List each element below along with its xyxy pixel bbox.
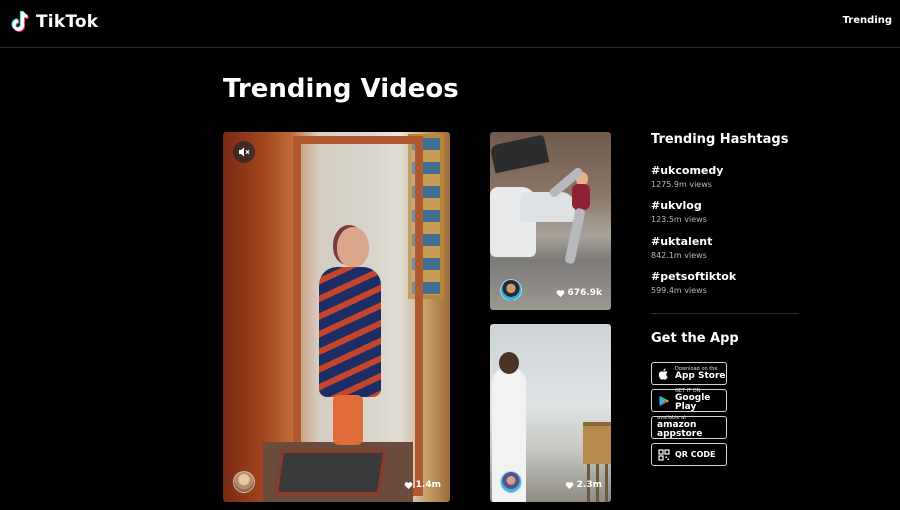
hashtag-name: #ukvlog [651,199,702,212]
sidebar: Trending Hashtags #ukcomedy 1275.9m view… [651,132,799,466]
google-play-icon [659,395,669,406]
google-play-button[interactable]: GET IT ON Google Play [651,389,727,412]
video-thumbnail-detail [490,134,550,174]
google-play-label: GET IT ON Google Play [675,389,726,412]
logo-text: TikTok [36,12,99,32]
video-thumbnail-detail [337,227,369,267]
hashtag-item[interactable]: #uktalent 842.1m views [651,235,791,260]
google-play-big: Google Play [675,393,711,412]
heart-icon [565,481,574,489]
qr-code-icon [658,448,670,461]
trending-hashtags-heading: Trending Hashtags [651,132,789,147]
get-the-app-heading: Get the App [651,331,739,346]
tiktok-note-icon [11,10,29,32]
hashtag-views: 599.4m views [651,286,707,295]
video-thumbnail-detail [564,207,586,265]
video-thumbnail-detail [333,395,363,445]
video-thumbnail-detail [274,450,387,495]
app-store-big: App Store [675,370,726,381]
hashtag-item[interactable]: #ukvlog 123.5m views [651,199,791,224]
speaker-muted-icon [239,147,250,157]
hashtag-views: 123.5m views [651,215,707,224]
creator-avatar[interactable] [500,471,522,493]
video-card-2[interactable]: 676.9k [490,132,611,310]
amazon-appstore-label: available at amazon appstore [657,416,726,439]
creator-avatar[interactable] [500,279,522,301]
hashtag-views: 1275.9m views [651,180,712,189]
hashtag-name: #uktalent [651,235,713,248]
amazon-appstore-button[interactable]: available at amazon appstore [651,416,727,439]
nav-trending-link[interactable]: Trending [843,15,892,26]
like-count-value: 1.4m [415,480,441,490]
get-the-app-section: Get the App [651,331,739,349]
mute-button[interactable] [233,141,255,163]
app-store-label: Download on the App Store [675,366,726,381]
like-count: 2.3m [565,480,602,490]
like-count-value: 676.9k [567,288,602,298]
amazon-appstore-big: amazon appstore [657,420,703,439]
hashtag-name: #ukcomedy [651,164,724,177]
apple-icon [658,368,668,380]
qr-code-label: QR CODE [675,450,716,459]
video-card-3[interactable]: 2.3m [490,324,611,502]
video-thumbnail-person [547,166,594,265]
top-header: TikTok Trending [0,0,900,48]
qr-code-button[interactable]: QR CODE [651,443,727,466]
video-thumbnail-detail [583,422,611,464]
video-thumbnail-detail [520,192,575,222]
page-title: Trending Videos [223,74,459,104]
video-thumbnail-detail [499,352,519,374]
hashtag-views: 842.1m views [651,251,707,260]
video-thumbnail-person [311,227,386,447]
heart-icon [556,289,564,297]
like-count-value: 2.3m [576,480,602,490]
tiktok-logo[interactable]: TikTok [10,9,98,35]
video-thumbnail-detail [319,267,381,397]
sidebar-divider [651,313,799,314]
hashtag-item[interactable]: #petsoftiktok 599.4m views [651,270,791,295]
like-count: 1.4m [404,480,441,490]
creator-avatar[interactable] [233,471,255,493]
heart-icon [404,481,413,489]
video-card-1[interactable]: 1.4m [223,132,450,502]
like-count: 676.9k [556,288,602,298]
app-store-button[interactable]: Download on the App Store [651,362,727,385]
hashtag-item[interactable]: #ukcomedy 1275.9m views [651,164,791,189]
hashtag-name: #petsoftiktok [651,270,737,283]
video-thumbnail-detail [572,184,590,210]
